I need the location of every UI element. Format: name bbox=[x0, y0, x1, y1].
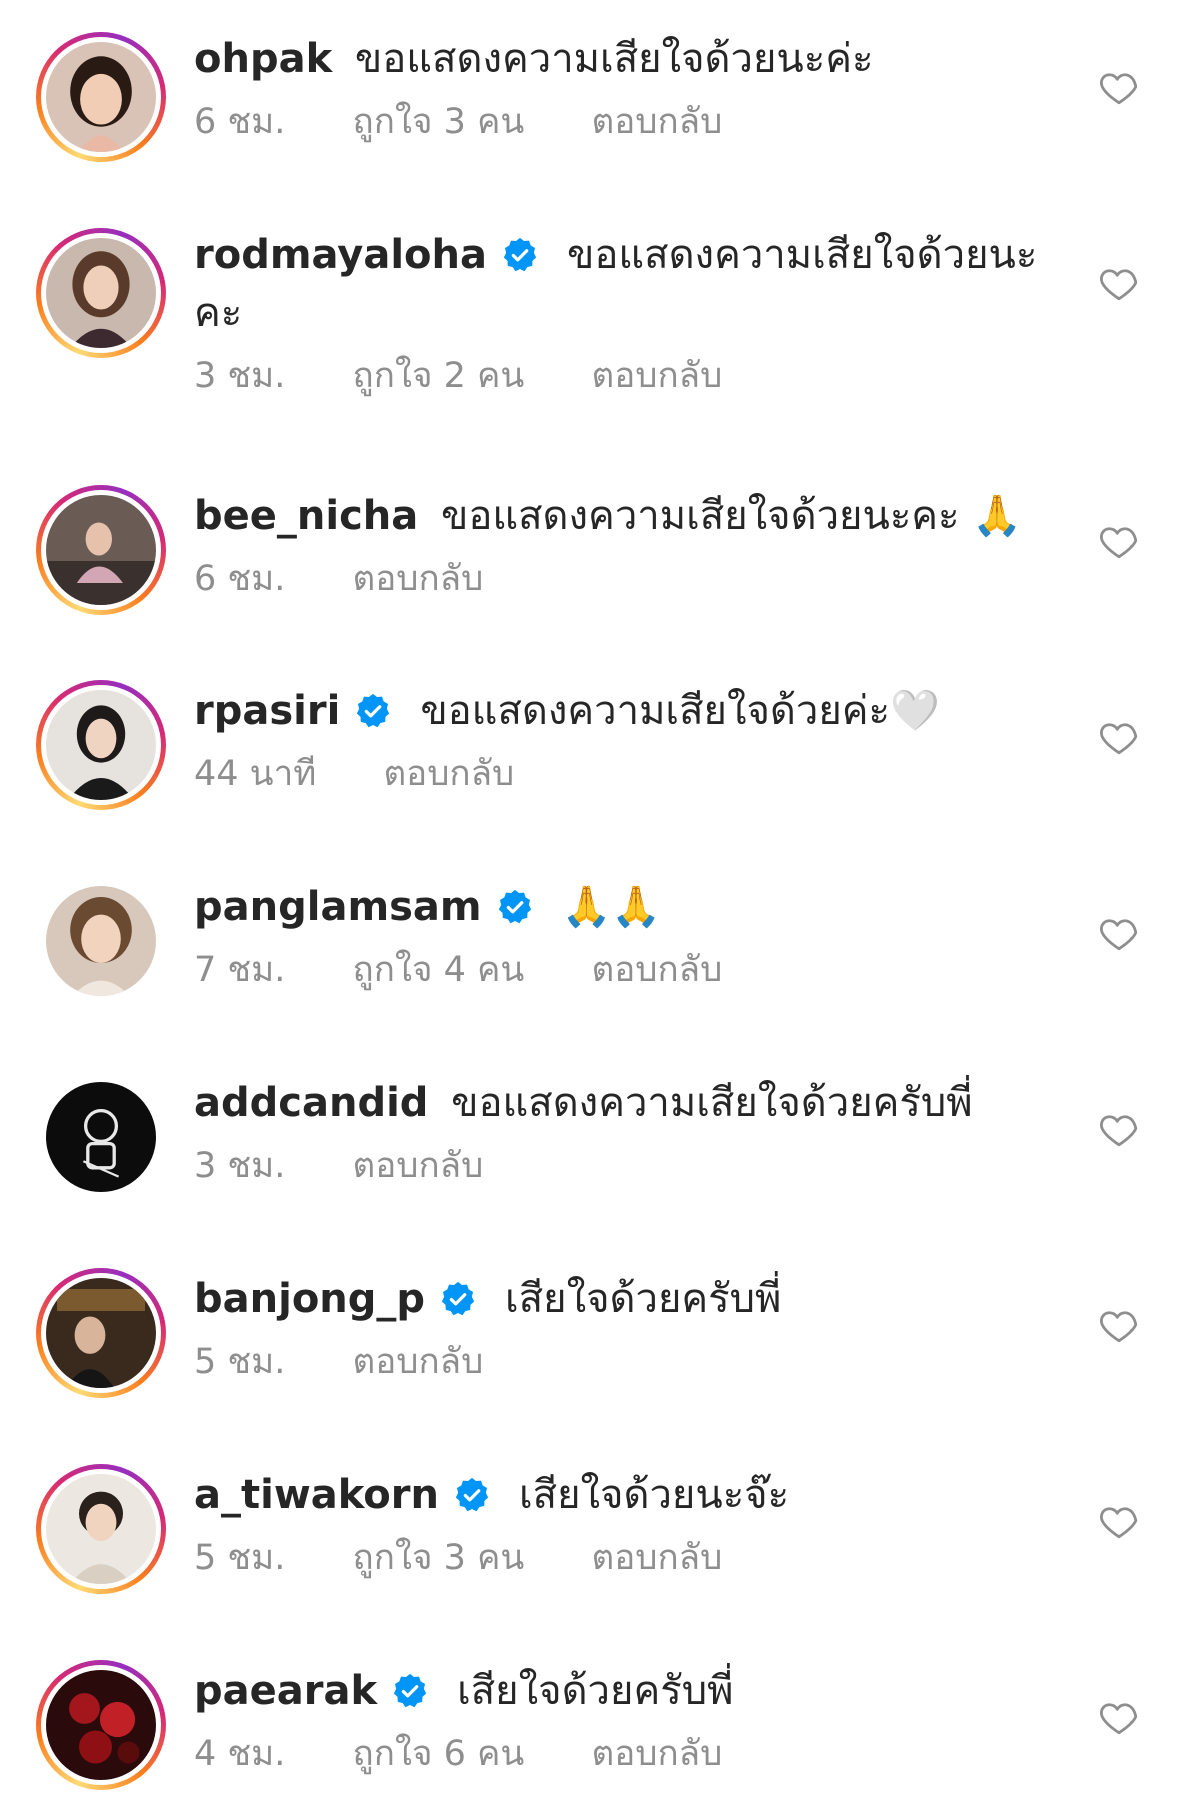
reply-button[interactable]: ตอบกลับ bbox=[591, 1734, 722, 1774]
avatar-image bbox=[46, 1082, 156, 1192]
comment-username[interactable]: addcandid bbox=[194, 1080, 428, 1126]
reply-button[interactable]: ตอบกลับ bbox=[353, 1342, 484, 1382]
heart-outline-icon[interactable] bbox=[1098, 66, 1140, 108]
comment-likes[interactable]: ถูกใจ 3 คน bbox=[353, 1538, 525, 1578]
reply-button[interactable]: ตอบกลับ bbox=[591, 356, 722, 396]
verified-badge-icon bbox=[354, 692, 392, 730]
comment-likes[interactable]: ถูกใจ 6 คน bbox=[353, 1734, 525, 1774]
comment-likes[interactable]: ถูกใจ 4 คน bbox=[353, 950, 525, 990]
comment-time: 7 ชม. bbox=[194, 950, 286, 990]
comment-username[interactable]: rpasiri bbox=[194, 688, 340, 734]
heart-outline-icon[interactable] bbox=[1098, 1108, 1140, 1150]
comment-username[interactable]: paearak bbox=[194, 1668, 377, 1714]
comment-text: เสียใจด้วยครับพี่ bbox=[457, 1668, 734, 1714]
comment-text: ขอแสดงความเสียใจด้วยนะคะ 🙏 bbox=[440, 493, 1023, 539]
comment-text: 🙏🙏 bbox=[561, 884, 662, 930]
comment-time: 3 ชม. bbox=[194, 1146, 286, 1186]
comment-text: ขอแสดงความเสียใจด้วยนะค่ะ bbox=[354, 36, 874, 82]
verified-badge-icon bbox=[439, 1280, 477, 1318]
avatar[interactable] bbox=[36, 876, 166, 1006]
comment-text: ขอแสดงความเสียใจด้วยค่ะ🤍 bbox=[420, 688, 940, 734]
comment-username[interactable]: panglamsam bbox=[194, 884, 482, 930]
avatar-image bbox=[46, 886, 156, 996]
comment-time: 5 ชม. bbox=[194, 1538, 286, 1578]
avatar[interactable] bbox=[36, 1072, 166, 1202]
heart-outline-icon[interactable] bbox=[1098, 262, 1140, 304]
heart-outline-icon[interactable] bbox=[1098, 1304, 1140, 1346]
heart-outline-icon[interactable] bbox=[1098, 1696, 1140, 1738]
comment-text: ขอแสดงความเสียใจด้วยครับพี่ bbox=[451, 1080, 973, 1126]
comment-time: 3 ชม. bbox=[194, 356, 286, 396]
avatar[interactable] bbox=[36, 1268, 166, 1398]
avatar-image bbox=[46, 1278, 156, 1388]
reply-button[interactable]: ตอบกลับ bbox=[353, 1146, 484, 1186]
verified-badge-icon bbox=[453, 1476, 491, 1514]
verified-badge-icon bbox=[496, 888, 534, 926]
avatar[interactable] bbox=[36, 32, 166, 162]
reply-button[interactable]: ตอบกลับ bbox=[591, 950, 722, 990]
comment-username[interactable]: a_tiwakorn bbox=[194, 1472, 439, 1518]
reply-button[interactable]: ตอบกลับ bbox=[591, 102, 722, 142]
avatar[interactable] bbox=[36, 1660, 166, 1790]
avatar-image bbox=[46, 1474, 156, 1584]
reply-button[interactable]: ตอบกลับ bbox=[353, 559, 484, 599]
heart-outline-icon[interactable] bbox=[1098, 520, 1140, 562]
comment-username[interactable]: banjong_p bbox=[194, 1276, 425, 1322]
avatar-image bbox=[46, 1670, 156, 1780]
comment-likes[interactable]: ถูกใจ 3 คน bbox=[353, 102, 525, 142]
comments-list: ohpak ขอแสดงความเสียใจด้วยนะค่ะ 6 ชม. ถู… bbox=[0, 0, 1200, 1816]
heart-outline-icon[interactable] bbox=[1098, 912, 1140, 954]
reply-button[interactable]: ตอบกลับ bbox=[383, 754, 514, 794]
comment-username[interactable]: bee_nicha bbox=[194, 493, 418, 539]
comment-username[interactable]: rodmayaloha bbox=[194, 232, 487, 278]
comment-username[interactable]: ohpak bbox=[194, 36, 332, 82]
avatar-image bbox=[46, 690, 156, 800]
comment-text: เสียใจด้วยนะจ๊ะ bbox=[518, 1472, 790, 1518]
comment-text: เสียใจด้วยครับพี่ bbox=[505, 1276, 782, 1322]
comment-time: 6 ชม. bbox=[194, 102, 286, 142]
comment-time: 4 ชม. bbox=[194, 1734, 286, 1774]
comment-time: 44 นาที bbox=[194, 754, 317, 794]
avatar[interactable] bbox=[36, 485, 166, 615]
comment-likes[interactable]: ถูกใจ 2 คน bbox=[353, 356, 525, 396]
avatar-image bbox=[46, 238, 156, 348]
comment-time: 5 ชม. bbox=[194, 1342, 286, 1382]
heart-outline-icon[interactable] bbox=[1098, 716, 1140, 758]
comment-time: 6 ชม. bbox=[194, 559, 286, 599]
avatar[interactable] bbox=[36, 680, 166, 810]
avatar-image bbox=[46, 495, 156, 605]
verified-badge-icon bbox=[391, 1672, 429, 1710]
verified-badge-icon bbox=[501, 236, 539, 274]
avatar[interactable] bbox=[36, 228, 166, 358]
reply-button[interactable]: ตอบกลับ bbox=[591, 1538, 722, 1578]
heart-outline-icon[interactable] bbox=[1098, 1500, 1140, 1542]
avatar[interactable] bbox=[36, 1464, 166, 1594]
avatar-image bbox=[46, 42, 156, 152]
